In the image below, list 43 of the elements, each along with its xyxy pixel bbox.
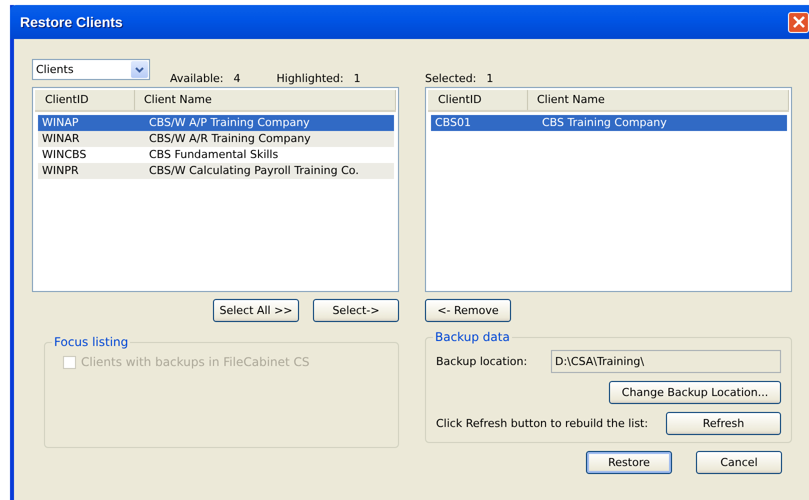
close-icon xyxy=(792,15,806,29)
highlighted-label: Highlighted: xyxy=(276,72,344,85)
select-button[interactable]: Select-> xyxy=(313,299,399,322)
selected-label: Selected: xyxy=(425,72,476,85)
client-row[interactable]: WINAR CBS/W A/R Training Company xyxy=(38,131,394,147)
column-header[interactable]: Client Name xyxy=(135,90,396,110)
column-header[interactable]: ClientID xyxy=(35,90,135,110)
dialog-button[interactable]: Cancel xyxy=(696,451,782,474)
client-name: CBS Fundamental Skills xyxy=(149,147,278,163)
window-title: Restore Clients xyxy=(20,14,123,30)
group-title: Backup data xyxy=(433,330,512,344)
change-backup-location-button[interactable]: Change Backup Location... xyxy=(609,381,781,404)
client-id: WINPR xyxy=(41,163,80,179)
close-button[interactable] xyxy=(788,12,809,32)
client-row[interactable]: WINCBS CBS Fundamental Skills xyxy=(38,147,394,163)
client-id: WINAR xyxy=(41,131,81,147)
client-row[interactable]: WINPR CBS/W Calculating Payroll Training Co. xyxy=(38,163,394,179)
available-label: Available: xyxy=(170,72,224,85)
client-id: WINAP xyxy=(41,115,80,131)
column-header[interactable]: ClientID xyxy=(428,90,528,110)
column-header[interactable]: Client Name xyxy=(528,90,789,110)
dialog-button[interactable]: Restore xyxy=(586,451,672,474)
client-name: CBS/W A/P Training Company xyxy=(149,115,310,131)
backup-location-field: D:\CSA\Training\ xyxy=(551,350,781,373)
checkbox-label: Clients with backups in FileCabinet CS xyxy=(81,355,310,369)
client-row[interactable]: CBS01 CBS Training Company xyxy=(431,115,787,131)
highlighted-count: 1 xyxy=(354,72,361,85)
client-name: CBS/W A/R Training Company xyxy=(149,131,311,147)
client-id: CBS01 xyxy=(434,115,472,131)
remove-button[interactable]: <- Remove xyxy=(425,299,511,322)
client-name: CBS/W Calculating Payroll Training Co. xyxy=(149,163,359,179)
select-all-button[interactable]: Select All >> xyxy=(213,299,299,322)
available-count: 4 xyxy=(234,72,240,85)
chevron-down-icon xyxy=(135,66,144,72)
selected-count: 1 xyxy=(486,72,494,85)
refresh-hint: Click Refresh button to rebuild the list: xyxy=(436,417,648,430)
backup-location-label: Backup location: xyxy=(436,355,528,368)
client-id: WINCBS xyxy=(41,147,88,163)
client-row[interactable]: WINAP CBS/W A/P Training Company xyxy=(38,115,394,131)
group-title: Focus listing xyxy=(52,335,130,349)
client-name: CBS Training Company xyxy=(542,115,667,131)
refresh-button[interactable]: Refresh xyxy=(666,412,781,435)
client-type-dropdown[interactable]: Clients xyxy=(32,59,150,80)
